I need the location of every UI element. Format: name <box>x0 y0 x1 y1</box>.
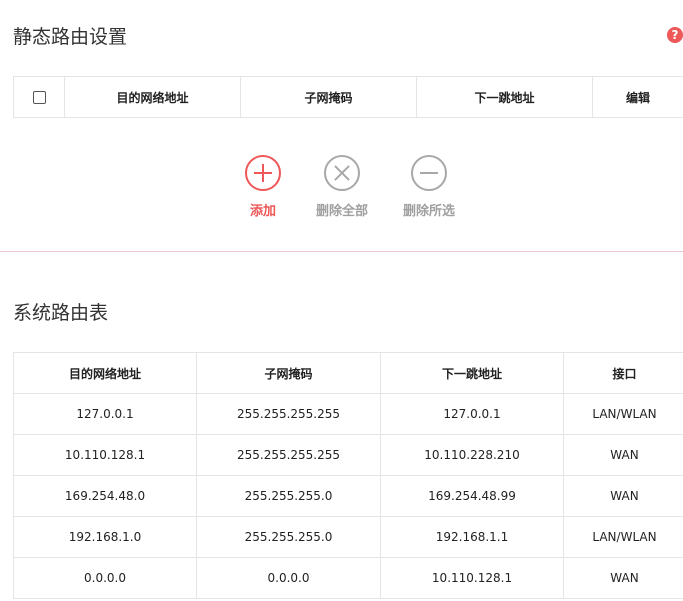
table-row: 0.0.0.0 0.0.0.0 10.110.128.1 WAN <box>13 557 683 599</box>
interface-cell: LAN/WLAN <box>563 516 683 558</box>
table-row: 127.0.0.1 255.255.255.255 127.0.0.1 LAN/… <box>13 393 683 435</box>
delete-all-button[interactable]: 删除全部 <box>302 155 382 219</box>
column-header: 目的网络地址 <box>13 352 197 394</box>
netmask-cell: 0.0.0.0 <box>196 557 381 599</box>
add-button[interactable]: 添加 <box>223 155 303 219</box>
netmask-cell: 255.255.255.0 <box>196 475 381 517</box>
system-routes-title: 系统路由表 <box>13 302 109 324</box>
table-row: 10.110.128.1 255.255.255.255 10.110.228.… <box>13 434 683 476</box>
select-all-checkbox[interactable] <box>32 91 46 104</box>
plus-circle-icon <box>245 155 281 191</box>
destination-cell: 0.0.0.0 <box>13 557 197 599</box>
interface-cell: WAN <box>563 557 683 599</box>
next-hop-cell: 10.110.228.210 <box>380 434 564 476</box>
destination-cell: 192.168.1.0 <box>13 516 197 558</box>
interface-cell: LAN/WLAN <box>563 393 683 435</box>
next-hop-cell: 127.0.0.1 <box>380 393 564 435</box>
delete-all-label: 删除全部 <box>315 204 368 219</box>
add-label: 添加 <box>249 204 276 219</box>
minus-circle-icon <box>411 155 447 191</box>
route-actions: 添加 删除全部 删除所选 <box>0 155 683 225</box>
next-hop-cell: 192.168.1.1 <box>380 516 564 558</box>
table-row: 169.254.48.0 255.255.255.0 169.254.48.99… <box>13 475 683 517</box>
static-routes-title: 静态路由设置 <box>13 26 128 48</box>
system-routes-table: 目的网络地址 子网掩码 下一跳地址 接口 127.0.0.1 255.255.2… <box>13 352 683 599</box>
next-hop-cell: 169.254.48.99 <box>380 475 564 517</box>
netmask-cell: 255.255.255.0 <box>196 516 381 558</box>
destination-cell: 10.110.128.1 <box>13 434 197 476</box>
static-routes-table: 目的网络地址 子网掩码 下一跳地址 编辑 <box>13 76 683 118</box>
system-routes-header-row: 目的网络地址 子网掩码 下一跳地址 接口 <box>13 352 683 394</box>
static-routes-header-row: 目的网络地址 子网掩码 下一跳地址 编辑 <box>13 76 683 118</box>
column-header: 接口 <box>563 352 683 394</box>
column-header: 下一跳地址 <box>380 352 564 394</box>
column-header: 目的网络地址 <box>64 76 241 118</box>
column-header: 子网掩码 <box>240 76 417 118</box>
delete-selected-button[interactable]: 删除所选 <box>389 155 469 219</box>
delete-selected-label: 删除所选 <box>402 204 455 219</box>
column-header: 下一跳地址 <box>416 76 593 118</box>
help-icon[interactable]: ? <box>667 27 683 43</box>
section-divider <box>0 251 683 252</box>
select-all-cell <box>13 76 65 118</box>
netmask-cell: 255.255.255.255 <box>196 434 381 476</box>
table-row: 192.168.1.0 255.255.255.0 192.168.1.1 LA… <box>13 516 683 558</box>
destination-cell: 127.0.0.1 <box>13 393 197 435</box>
interface-cell: WAN <box>563 434 683 476</box>
destination-cell: 169.254.48.0 <box>13 475 197 517</box>
next-hop-cell: 10.110.128.1 <box>380 557 564 599</box>
interface-cell: WAN <box>563 475 683 517</box>
close-circle-icon <box>324 155 360 191</box>
column-header: 编辑 <box>592 76 683 118</box>
column-header: 子网掩码 <box>196 352 381 394</box>
netmask-cell: 255.255.255.255 <box>196 393 381 435</box>
